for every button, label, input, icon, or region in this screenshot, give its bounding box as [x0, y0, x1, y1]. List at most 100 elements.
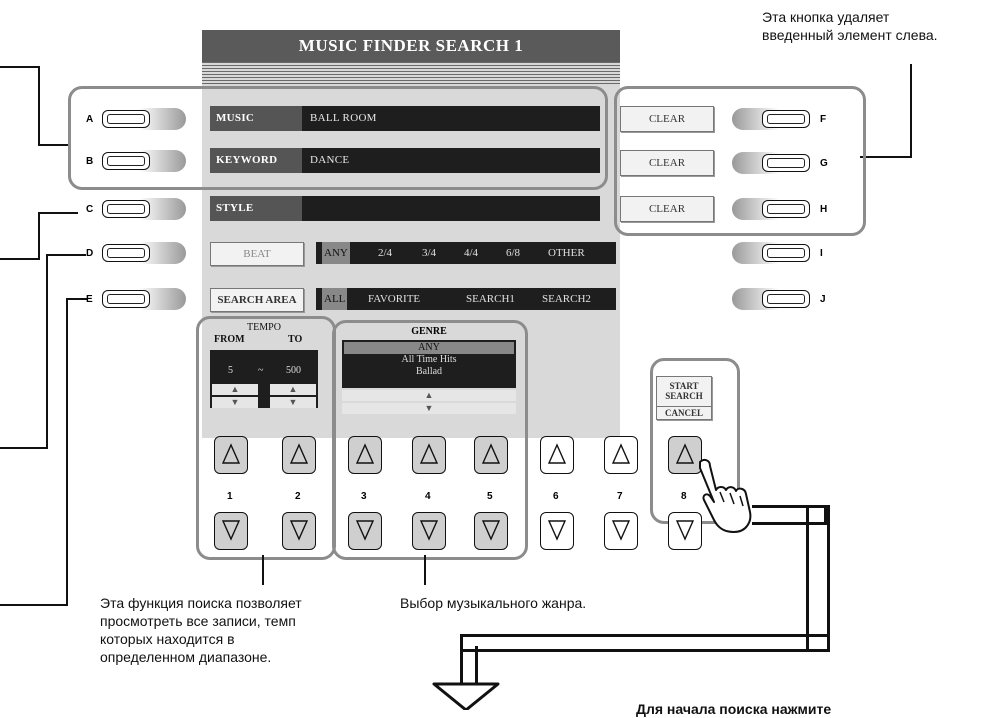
- up-arrow-icon: [419, 443, 439, 464]
- down-arrow-icon: [419, 520, 439, 541]
- connector-line: [38, 212, 78, 214]
- down-arrow-icon: [221, 520, 241, 541]
- clear-note: Эта кнопка удаляет введенный элемент сле…: [762, 8, 938, 44]
- button-letter-b: B: [86, 156, 94, 167]
- beat-option-6-8[interactable]: 6/8: [506, 242, 520, 264]
- beat-option-4-4[interactable]: 4/4: [464, 242, 478, 264]
- side-button-c[interactable]: [102, 198, 186, 220]
- tempo-note-line2: просмотреть все записи, темп: [100, 613, 296, 629]
- beat-option-2-4[interactable]: 2/4: [378, 242, 392, 264]
- side-button-d[interactable]: [102, 242, 186, 264]
- connector-line: [0, 258, 40, 260]
- button-letter-g: G: [820, 158, 828, 169]
- connector-line: [424, 555, 426, 585]
- connector-line: [860, 156, 912, 158]
- down-arrow-head-icon: [432, 682, 500, 710]
- down-button-5[interactable]: [474, 512, 508, 550]
- connector-line: [0, 604, 68, 606]
- up-arrow-icon: [355, 443, 375, 464]
- side-button-e[interactable]: [102, 288, 186, 310]
- button-letter-c: C: [86, 204, 94, 215]
- button-number-5: 5: [487, 491, 493, 502]
- button-number-7: 7: [617, 491, 623, 502]
- button-letter-d: D: [86, 248, 94, 259]
- beat-button[interactable]: BEAT: [210, 242, 304, 266]
- up-button-2[interactable]: [282, 436, 316, 474]
- up-button-3[interactable]: [348, 436, 382, 474]
- clear-note-line2: введенный элемент слева.: [762, 27, 938, 43]
- style-field[interactable]: STYLE: [210, 196, 600, 221]
- connector-line: [910, 64, 912, 158]
- side-button-g[interactable]: [732, 152, 812, 174]
- tempo-note-line3: которых находится в: [100, 631, 235, 647]
- down-button-2[interactable]: [282, 512, 316, 550]
- up-button-5[interactable]: [474, 436, 508, 474]
- side-button-f[interactable]: [732, 108, 812, 130]
- connector-line: [0, 447, 48, 449]
- up-arrow-icon: [221, 443, 241, 464]
- connector-line: [38, 212, 40, 260]
- side-button-j[interactable]: [732, 288, 812, 310]
- down-arrow-icon: [355, 520, 375, 541]
- up-button-6[interactable]: [540, 436, 574, 474]
- down-arrow-icon: [611, 520, 631, 541]
- up-button-1[interactable]: [214, 436, 248, 474]
- button-letter-h: H: [820, 204, 828, 215]
- up-arrow-icon: [481, 443, 501, 464]
- connector-line: [66, 298, 68, 606]
- button-letter-f: F: [820, 114, 827, 125]
- down-button-3[interactable]: [348, 512, 382, 550]
- button-number-8: 8: [681, 491, 687, 502]
- beat-selector[interactable]: ANY 2/4 3/4 4/4 6/8 OTHER: [316, 242, 616, 264]
- side-button-b[interactable]: [102, 150, 186, 172]
- connector-line: [66, 298, 88, 300]
- beat-option-any[interactable]: ANY: [322, 242, 350, 264]
- up-button-7[interactable]: [604, 436, 638, 474]
- button-number-4: 4: [425, 491, 431, 502]
- connector-line: [38, 66, 40, 146]
- connector-line: [0, 66, 40, 68]
- tempo-note-line4: определенном диапазоне.: [100, 649, 272, 665]
- screen-title: MUSIC FINDER SEARCH 1: [202, 30, 620, 62]
- start-note: Для начала поиска нажмите: [636, 701, 832, 717]
- down-arrow-icon: [481, 520, 501, 541]
- beat-option-other[interactable]: OTHER: [548, 242, 585, 264]
- down-button-7[interactable]: [604, 512, 638, 550]
- search-area-button[interactable]: SEARCH AREA: [210, 288, 304, 312]
- down-button-6[interactable]: [540, 512, 574, 550]
- side-button-a[interactable]: [102, 108, 186, 130]
- button-number-6: 6: [553, 491, 559, 502]
- side-button-i[interactable]: [732, 242, 812, 264]
- up-arrow-icon: [611, 443, 631, 464]
- search-area-option-all[interactable]: ALL: [322, 288, 348, 310]
- button-letter-j: J: [820, 294, 826, 305]
- up-arrow-icon: [289, 443, 309, 464]
- button-number-1: 1: [227, 491, 233, 502]
- down-button-4[interactable]: [412, 512, 446, 550]
- tempo-note: Эта функция поиска позволяет просмотреть…: [100, 594, 302, 666]
- button-letter-e: E: [86, 294, 93, 305]
- up-button-4[interactable]: [412, 436, 446, 474]
- down-button-1[interactable]: [214, 512, 248, 550]
- up-arrow-icon: [547, 443, 567, 464]
- connector-line: [46, 254, 48, 449]
- arrow-path: [806, 505, 830, 652]
- search-area-option-search2[interactable]: SEARCH2: [542, 288, 591, 310]
- highlight-frame-ab: [68, 86, 608, 190]
- arrow-path: [460, 646, 478, 686]
- genre-note: Выбор музыкального жанра.: [400, 595, 587, 611]
- beat-option-3-4[interactable]: 3/4: [422, 242, 436, 264]
- tempo-note-line1: Эта функция поиска позволяет: [100, 595, 302, 611]
- button-number-2: 2: [295, 491, 301, 502]
- down-arrow-icon: [547, 520, 567, 541]
- search-area-option-favorite[interactable]: FAVORITE: [368, 288, 420, 310]
- title-stripes: [202, 62, 620, 86]
- connector-line: [262, 555, 264, 585]
- arrow-path: [460, 634, 827, 652]
- search-area-option-search1[interactable]: SEARCH1: [466, 288, 515, 310]
- button-letter-a: A: [86, 114, 94, 125]
- side-button-h[interactable]: [732, 198, 812, 220]
- style-label: STYLE: [210, 196, 302, 221]
- connector-line: [46, 254, 86, 256]
- search-area-selector[interactable]: ALL FAVORITE SEARCH1 SEARCH2: [316, 288, 616, 310]
